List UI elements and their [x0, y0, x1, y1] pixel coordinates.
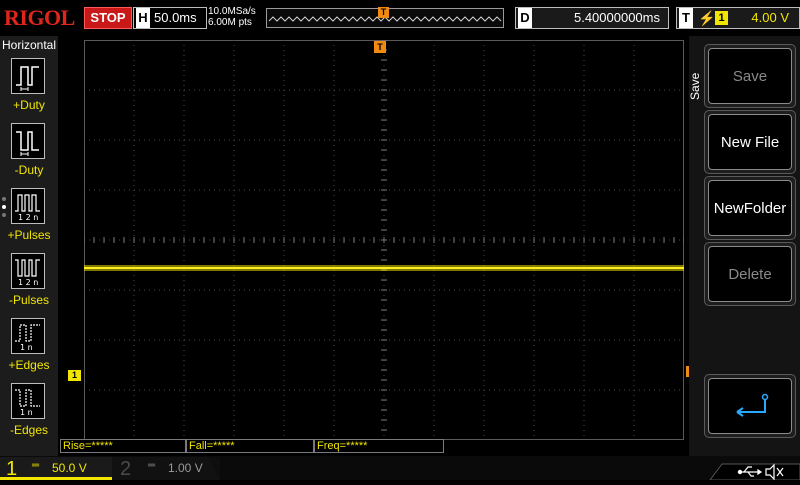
- trigger-label: T: [679, 8, 693, 28]
- new-folder-button[interactable]: NewFolder: [708, 180, 792, 236]
- ch2-scale: 1.00 V: [168, 461, 203, 475]
- memory-depth: 6.00M pts: [208, 17, 252, 28]
- delete-button[interactable]: Delete: [708, 246, 792, 302]
- plus-edges-icon: 1 n: [11, 318, 45, 354]
- save-button[interactable]: Save: [708, 48, 792, 104]
- trigger-box[interactable]: T ⚡ 1 4.00 V: [676, 7, 800, 29]
- plus-pulses-label: +Pulses: [7, 228, 51, 242]
- svg-text:1 n: 1 n: [20, 343, 33, 352]
- ch1-dc-coupling-icon: ═: [32, 460, 40, 471]
- delay-box[interactable]: D 5.40000000ms: [515, 7, 669, 29]
- left-menu-title: Horizontal: [1, 38, 57, 52]
- minus-duty-icon: [11, 123, 45, 159]
- waveform-grid[interactable]: [83, 39, 685, 441]
- minus-duty-label: -Duty: [14, 163, 44, 177]
- trigger-edge-icon: ⚡: [698, 10, 716, 26]
- svg-text:1 n: 1 n: [20, 408, 33, 417]
- horizontal-timebase-box[interactable]: H 50.0ms: [133, 7, 207, 29]
- acquisition-info: 10.0MSa/s 6.00M pts: [208, 6, 266, 28]
- measure-freq[interactable]: Freq=*****: [314, 439, 444, 453]
- plus-pulses-icon: 1 2 n: [11, 188, 45, 224]
- horizontal-label: H: [136, 8, 150, 28]
- status-icons-svg: [709, 463, 800, 481]
- trigger-position-marker[interactable]: T: [374, 41, 386, 53]
- measure-minus-edges[interactable]: 1 n -Edges: [0, 383, 58, 447]
- minus-pulses-icon: 1 2 n: [11, 253, 45, 289]
- trigger-level-value: 4.00 V: [751, 10, 789, 25]
- plus-duty-icon: [11, 58, 45, 94]
- measure-minus-pulses[interactable]: 1 2 n -Pulses: [0, 253, 58, 317]
- minus-pulses-label: -Pulses: [8, 293, 49, 307]
- delay-value: 5.40000000ms: [573, 10, 660, 25]
- status-icons: [700, 458, 800, 481]
- back-button[interactable]: [708, 378, 792, 434]
- svg-text:1 2 n: 1 2 n: [18, 213, 38, 222]
- measure-plus-duty[interactable]: +Duty: [0, 58, 58, 122]
- ch2-number: 2: [120, 458, 132, 480]
- timebase-value: 50.0ms: [154, 10, 197, 25]
- measure-plus-pulses[interactable]: 1 2 n +Pulses: [0, 188, 58, 252]
- svg-text:1 2 n: 1 2 n: [18, 278, 38, 287]
- trigger-position-overview-marker: T: [378, 7, 389, 18]
- rigol-logo: RIGOL: [4, 5, 75, 30]
- run-stop-status[interactable]: STOP: [84, 7, 132, 29]
- ch1-offset-marker[interactable]: 1: [68, 370, 81, 381]
- trigger-source: 1: [715, 11, 728, 25]
- plus-duty-label: +Duty: [13, 98, 45, 112]
- measure-plus-edges[interactable]: 1 n +Edges: [0, 318, 58, 382]
- ch2-dc-coupling-icon: ═: [148, 460, 156, 471]
- minus-edges-icon: 1 n: [11, 383, 45, 419]
- new-file-button[interactable]: New File: [708, 114, 792, 170]
- graticule: [83, 39, 685, 441]
- ch1-scale: 50.0 V: [52, 461, 87, 475]
- measure-fall[interactable]: Fall=*****: [186, 439, 314, 453]
- sample-rate: 10.0MSa/s: [208, 6, 256, 17]
- measure-minus-duty[interactable]: -Duty: [0, 123, 58, 187]
- return-arrow-icon: [736, 393, 769, 417]
- measure-rise[interactable]: Rise=*****: [60, 439, 186, 453]
- minus-edges-label: -Edges: [9, 423, 49, 437]
- ch1-trace: [84, 265, 684, 271]
- plus-edges-label: +Edges: [8, 358, 50, 372]
- delay-label: D: [518, 8, 532, 28]
